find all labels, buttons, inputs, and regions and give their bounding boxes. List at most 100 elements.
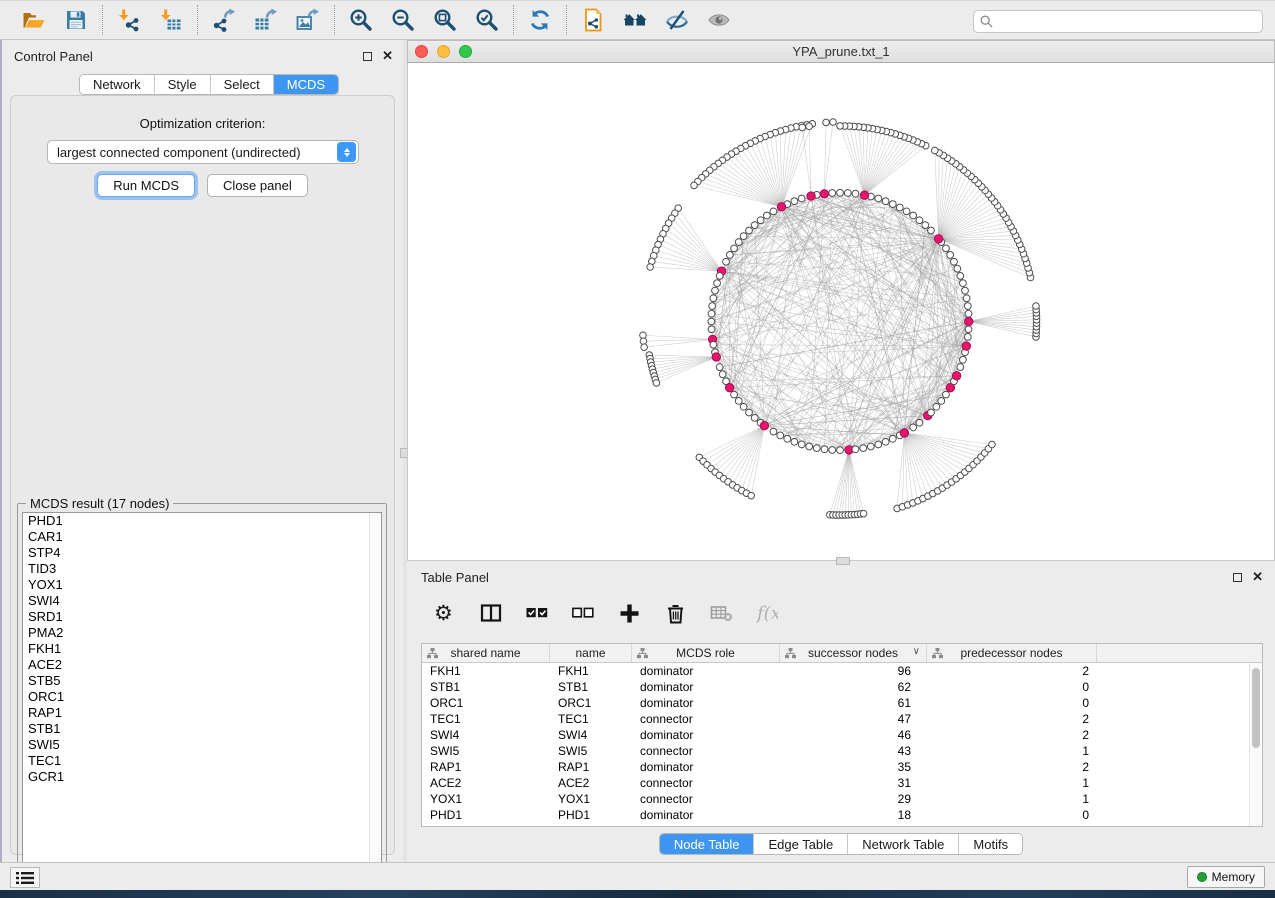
table-row[interactable]: YOX1YOX1connector291	[422, 791, 1262, 807]
cell-successor-nodes[interactable]: 47	[780, 711, 927, 727]
table-row[interactable]: SWI5SWI5connector431	[422, 743, 1262, 759]
table-row[interactable]: SWI4SWI4dominator462	[422, 727, 1262, 743]
mcds-result-item[interactable]: STB1	[23, 721, 381, 737]
zoom-fit-icon[interactable]	[432, 7, 458, 33]
mcds-result-item[interactable]: TID3	[23, 561, 381, 577]
tab-edge-table[interactable]: Edge Table	[754, 834, 848, 854]
cell-predecessor-nodes[interactable]: 0	[927, 679, 1097, 695]
cell-MCDS-role[interactable]: dominator	[632, 759, 780, 775]
zoom-selected-icon[interactable]	[474, 7, 500, 33]
tab-style[interactable]: Style	[155, 75, 211, 94]
cell-predecessor-nodes[interactable]: 2	[927, 727, 1097, 743]
search-box[interactable]	[973, 10, 1263, 33]
cell-predecessor-nodes[interactable]: 1	[927, 775, 1097, 791]
add-column-icon[interactable]	[617, 601, 641, 625]
close-panel-button[interactable]: Close panel	[207, 174, 308, 197]
export-table-icon[interactable]	[253, 7, 279, 33]
cell-name[interactable]: FKH1	[550, 663, 632, 679]
search-input[interactable]	[997, 15, 1256, 29]
close-window-icon[interactable]	[415, 45, 428, 58]
cell-shared-name[interactable]: TEC1	[422, 711, 550, 727]
hide-selected-icon[interactable]	[664, 7, 690, 33]
mcds-result-item[interactable]: GCR1	[23, 769, 381, 785]
tab-mcds[interactable]: MCDS	[274, 75, 338, 94]
table-row[interactable]: RAP1RAP1dominator352	[422, 759, 1262, 775]
cell-name[interactable]: ACE2	[550, 775, 632, 791]
mcds-result-list[interactable]: PHD1CAR1STP4TID3YOX1SWI4SRD1PMA2FKH1ACE2…	[22, 512, 382, 868]
cell-shared-name[interactable]: FKH1	[422, 663, 550, 679]
tab-network-table[interactable]: Network Table	[848, 834, 959, 854]
cell-MCDS-role[interactable]: connector	[632, 711, 780, 727]
criterion-dropdown[interactable]: largest connected component (undirected)	[47, 140, 359, 164]
mcds-result-item[interactable]: CAR1	[23, 529, 381, 545]
cell-MCDS-role[interactable]: connector	[632, 775, 780, 791]
table-row[interactable]: STB1STB1dominator620	[422, 679, 1262, 695]
cell-name[interactable]: STB1	[550, 679, 632, 695]
horizontal-splitter-handle[interactable]	[836, 557, 850, 565]
cell-predecessor-nodes[interactable]: 0	[927, 695, 1097, 711]
cell-MCDS-role[interactable]: connector	[632, 743, 780, 759]
tab-network[interactable]: Network	[80, 75, 155, 94]
network-canvas[interactable]	[407, 63, 1275, 561]
mcds-result-item[interactable]: TEC1	[23, 753, 381, 769]
table-row[interactable]: TEC1TEC1connector472	[422, 711, 1262, 727]
cell-successor-nodes[interactable]: 61	[780, 695, 927, 711]
mcds-result-item[interactable]: SWI5	[23, 737, 381, 753]
tab-motifs[interactable]: Motifs	[959, 834, 1022, 854]
zoom-in-icon[interactable]	[348, 7, 374, 33]
table-row[interactable]: ORC1ORC1dominator610	[422, 695, 1262, 711]
cell-shared-name[interactable]: SWI5	[422, 743, 550, 759]
mcds-result-item[interactable]: ORC1	[23, 689, 381, 705]
first-neighbors-icon[interactable]	[622, 7, 648, 33]
cell-shared-name[interactable]: YOX1	[422, 791, 550, 807]
cell-MCDS-role[interactable]: dominator	[632, 727, 780, 743]
cell-shared-name[interactable]: ORC1	[422, 695, 550, 711]
cell-successor-nodes[interactable]: 29	[780, 791, 927, 807]
network-window-titlebar[interactable]: YPA_prune.txt_1	[407, 40, 1275, 63]
cell-successor-nodes[interactable]: 43	[780, 743, 927, 759]
cell-shared-name[interactable]: SWI4	[422, 727, 550, 743]
float-table-panel-icon[interactable]	[1233, 573, 1242, 582]
tab-node-table[interactable]: Node Table	[660, 834, 755, 854]
export-network-icon[interactable]	[211, 7, 237, 33]
mcds-result-item[interactable]: SRD1	[23, 609, 381, 625]
zoom-out-icon[interactable]	[390, 7, 416, 33]
cell-predecessor-nodes[interactable]: 0	[927, 807, 1097, 823]
mcds-result-item[interactable]: STP4	[23, 545, 381, 561]
cell-name[interactable]: RAP1	[550, 759, 632, 775]
show-all-icon[interactable]	[706, 7, 732, 33]
column-header-predecessor-nodes[interactable]: predecessor nodes	[927, 644, 1097, 662]
delete-table-icon[interactable]	[709, 601, 733, 625]
cell-MCDS-role[interactable]: dominator	[632, 663, 780, 679]
column-header-successor-nodes[interactable]: successor nodes∨	[780, 644, 927, 662]
cell-predecessor-nodes[interactable]: 2	[927, 759, 1097, 775]
minimize-window-icon[interactable]	[437, 45, 450, 58]
cell-name[interactable]: TEC1	[550, 711, 632, 727]
mcds-result-item[interactable]: YOX1	[23, 577, 381, 593]
cell-name[interactable]: ORC1	[550, 695, 632, 711]
mcds-list-scrollbar[interactable]	[369, 513, 381, 867]
mcds-result-item[interactable]: PHD1	[23, 513, 381, 529]
cell-name[interactable]: PHD1	[550, 807, 632, 823]
mcds-result-item[interactable]: FKH1	[23, 641, 381, 657]
cell-successor-nodes[interactable]: 18	[780, 807, 927, 823]
close-table-panel-icon[interactable]: ✕	[1252, 572, 1263, 582]
mcds-result-item[interactable]: STB5	[23, 673, 381, 689]
function-builder-icon[interactable]: f(x)	[755, 601, 779, 625]
column-visibility-icon[interactable]	[479, 601, 503, 625]
cell-predecessor-nodes[interactable]: 1	[927, 791, 1097, 807]
cell-predecessor-nodes[interactable]: 2	[927, 711, 1097, 727]
table-options-icon[interactable]: ⚙	[433, 601, 457, 625]
mcds-result-item[interactable]: RAP1	[23, 705, 381, 721]
cell-predecessor-nodes[interactable]: 1	[927, 743, 1097, 759]
mcds-result-item[interactable]: PMA2	[23, 625, 381, 641]
cell-successor-nodes[interactable]: 96	[780, 663, 927, 679]
cell-successor-nodes[interactable]: 62	[780, 679, 927, 695]
column-header-name[interactable]: name	[550, 644, 632, 662]
cell-successor-nodes[interactable]: 35	[780, 759, 927, 775]
table-row[interactable]: ACE2ACE2connector311	[422, 775, 1262, 791]
cell-MCDS-role[interactable]: dominator	[632, 807, 780, 823]
sort-chevron-icon[interactable]: ∨	[913, 646, 920, 657]
refresh-icon[interactable]	[527, 7, 553, 33]
open-session-icon[interactable]	[21, 7, 47, 33]
